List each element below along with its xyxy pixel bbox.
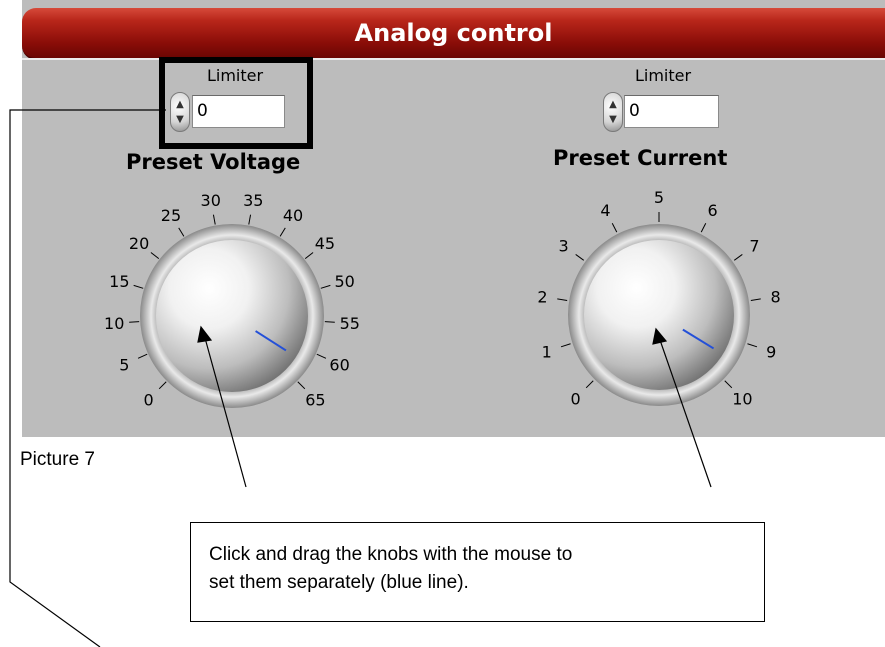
voltage-scale-tick (129, 321, 140, 323)
voltage-scale-tick (324, 321, 335, 323)
current-scale-tick (557, 298, 568, 301)
voltage-scale-label: 5 (119, 355, 129, 374)
voltage-scale-tick (137, 353, 148, 359)
current-scale-tick (733, 254, 743, 261)
voltage-scale-tick (133, 284, 144, 289)
voltage-scale-tick (279, 227, 286, 237)
voltage-knob[interactable]: 05 10 1520 25 30 35 40 45 50 55 6065 (104, 191, 360, 410)
voltage-scale-label: 40 (283, 206, 303, 225)
voltage-scale-label: 35 (243, 191, 263, 210)
current-scale-label: 0 (570, 389, 580, 408)
instruction-note: Click and drag the knobs with the mouse … (190, 522, 765, 622)
voltage-scale-tick (212, 214, 216, 225)
voltage-scale-tick (297, 381, 306, 390)
note-line-2: set them separately (blue line). (209, 572, 469, 593)
voltage-scale-label: 55 (340, 314, 360, 333)
current-knob[interactable]: 0 1 2 3 4 5 6 7 8 9 10 (537, 188, 780, 408)
voltage-scale-label: 50 (334, 272, 354, 291)
voltage-scale-label: 45 (315, 234, 335, 253)
voltage-scale-tick (316, 353, 327, 359)
voltage-scale-tick (248, 214, 252, 225)
voltage-scale-tick (178, 227, 185, 237)
current-scale-label: 1 (542, 342, 552, 361)
current-scale-label: 8 (770, 288, 780, 307)
current-scale-label: 2 (537, 288, 547, 307)
current-scale-label: 3 (558, 237, 568, 256)
current-scale-tick (575, 254, 585, 261)
voltage-scale-tick (158, 381, 167, 390)
voltage-scale-tick (320, 284, 331, 289)
voltage-scale-label: 60 (329, 355, 349, 374)
current-scale-tick (700, 222, 707, 233)
voltage-scale-label: 10 (104, 314, 124, 333)
current-knob-body[interactable] (584, 240, 734, 390)
current-scale-tick (585, 380, 594, 389)
voltage-scale-label: 30 (201, 191, 221, 210)
voltage-scale-label: 15 (109, 272, 129, 291)
current-scale-label: 7 (749, 237, 759, 256)
voltage-scale-tick (304, 252, 314, 260)
voltage-scale-label: 0 (143, 390, 153, 409)
note-line-1: Click and drag the knobs with the mouse … (209, 544, 573, 565)
current-scale-tick (560, 343, 571, 348)
current-scale-tick (750, 298, 761, 301)
current-scale-label: 5 (654, 188, 664, 207)
picture-caption: Picture 7 (20, 449, 95, 470)
current-scale-label: 10 (732, 389, 752, 408)
current-scale-label: 4 (600, 201, 610, 220)
current-scale-tick (611, 222, 618, 233)
limiter-highlight-box (159, 57, 313, 149)
voltage-scale-tick (150, 252, 160, 260)
current-scale-label: 6 (707, 201, 717, 220)
voltage-knob-body[interactable] (156, 240, 308, 392)
limiter-callout-line (9, 109, 166, 647)
voltage-scale-label: 20 (129, 234, 149, 253)
current-scale-tick (724, 380, 733, 389)
current-scale-label: 9 (766, 342, 776, 361)
current-scale-tick (747, 343, 758, 348)
voltage-scale-label: 65 (305, 390, 325, 409)
voltage-scale-label: 25 (161, 206, 181, 225)
